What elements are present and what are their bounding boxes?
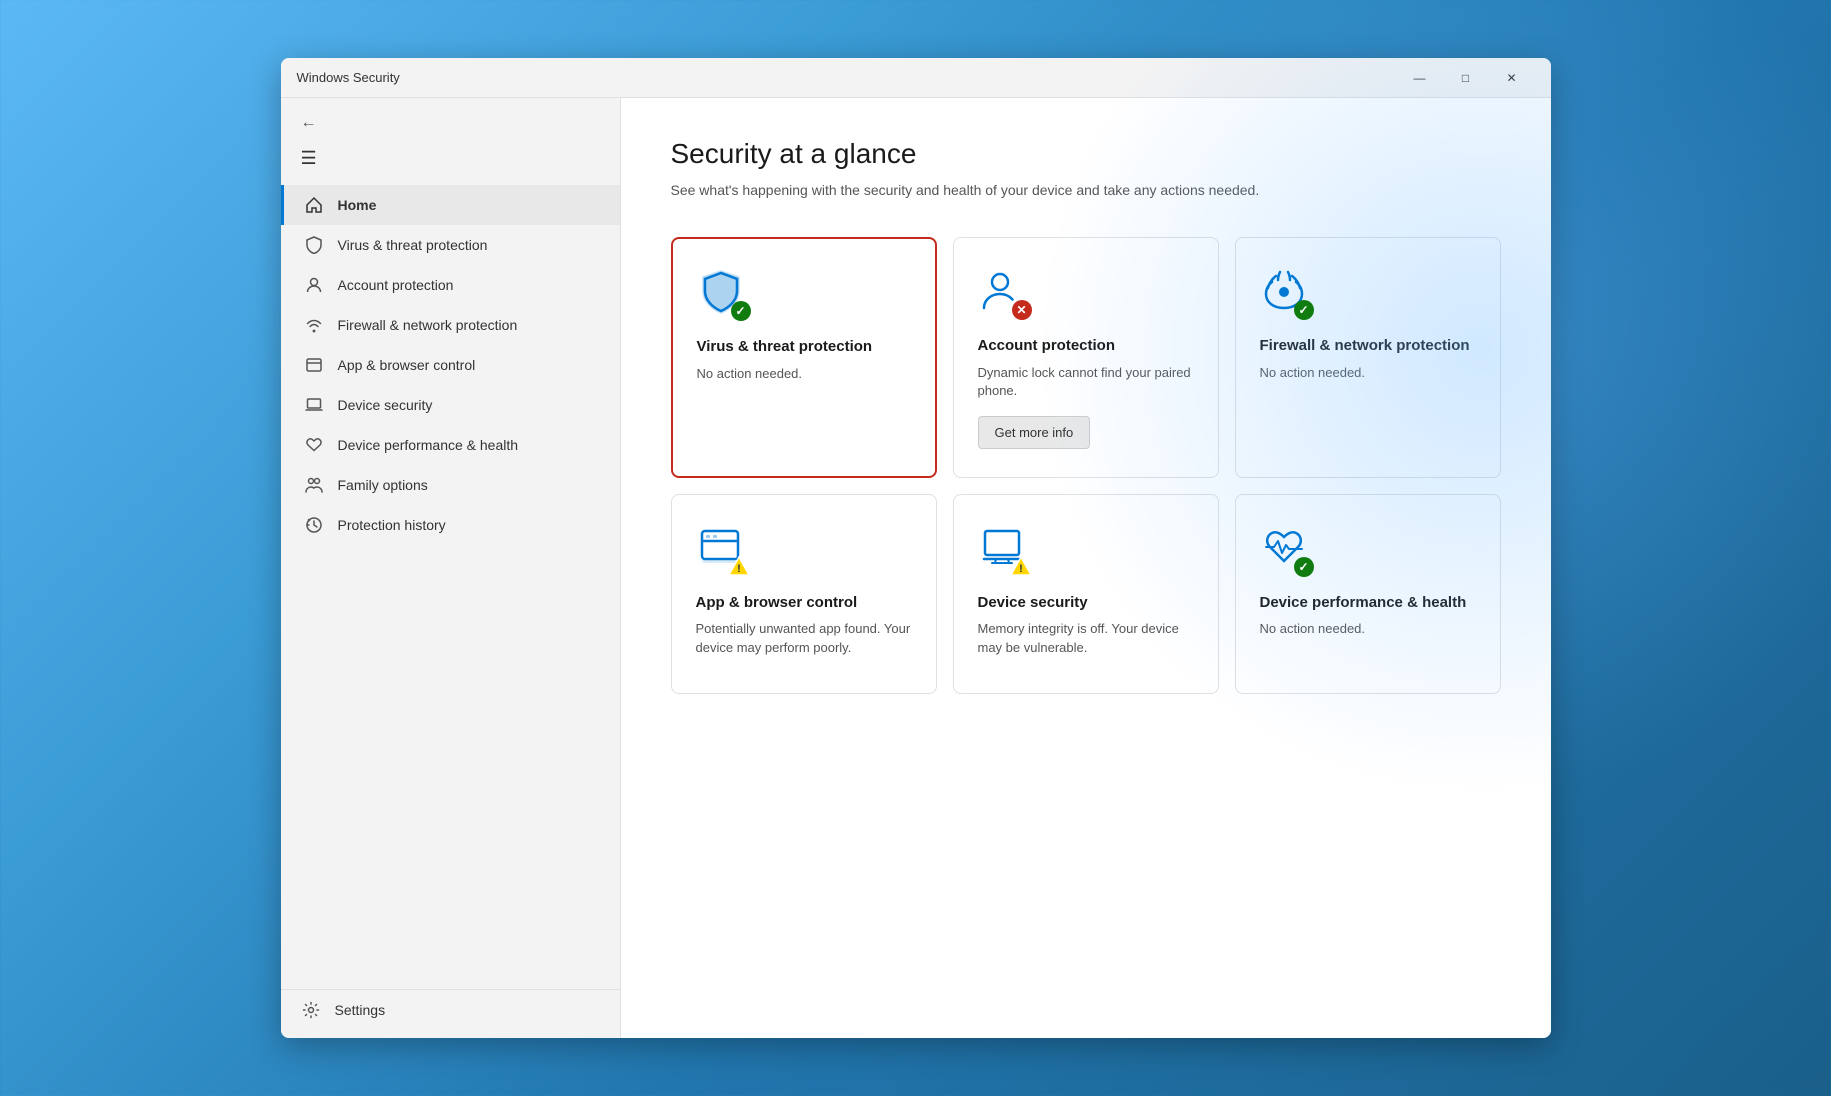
menu-button[interactable]: ☰ [281,140,620,185]
sidebar-item-history[interactable]: Protection history [281,505,620,545]
device-security-warning-badge: ! [1010,555,1032,577]
account-card-title: Account protection [978,336,1194,356]
sidebar-item-virus[interactable]: Virus & threat protection [281,225,620,265]
sidebar-item-settings[interactable]: Settings [281,989,620,1030]
sidebar: ← ☰ Home Vir [281,98,621,1038]
device-security-card-title: Device security [978,593,1194,613]
firewall-card[interactable]: ✓ Firewall & network protection No actio… [1235,237,1501,478]
person-icon [304,275,324,295]
page-subtitle: See what's happening with the security a… [671,180,1501,201]
device-health-status-badge: ✓ [1294,557,1314,577]
sidebar-item-account-label: Account protection [338,277,454,293]
app-browser-card-desc: Potentially unwanted app found. Your dev… [696,620,912,656]
sidebar-item-app-browser-label: App & browser control [338,357,476,373]
device-health-card-desc: No action needed. [1260,620,1476,638]
account-card-icon-area: ✕ [978,266,1030,318]
history-icon [304,515,324,535]
back-button[interactable]: ← [281,106,620,140]
content-area: Security at a glance See what's happenin… [621,98,1551,1038]
app-browser-card[interactable]: ! App & browser control Potentially unwa… [671,494,937,694]
sidebar-item-device-performance-label: Device performance & health [338,437,519,453]
virus-card-desc: No action needed. [697,365,911,383]
sidebar-item-home[interactable]: Home [281,185,620,225]
app-browser-warning-badge: ! [728,555,750,577]
minimize-button[interactable]: — [1397,62,1443,94]
sidebar-item-device-security-label: Device security [338,397,433,413]
firewall-card-icon-area: ✓ [1260,266,1312,318]
firewall-card-title: Firewall & network protection [1260,336,1476,356]
heart-icon [304,435,324,455]
device-health-card-title: Device performance & health [1260,593,1476,613]
titlebar: Windows Security — □ ✕ [281,58,1551,98]
app-browser-card-icon-area: ! [696,523,748,575]
sidebar-item-device-performance[interactable]: Device performance & health [281,425,620,465]
laptop-icon [304,395,324,415]
sidebar-item-account[interactable]: Account protection [281,265,620,305]
sidebar-item-firewall[interactable]: Firewall & network protection [281,305,620,345]
home-icon [304,195,324,215]
device-health-card-icon-area: ✓ [1260,523,1312,575]
browser-icon [304,355,324,375]
cards-grid: ✓ Virus & threat protection No action ne… [671,237,1501,694]
page-title: Security at a glance [671,138,1501,170]
virus-threat-card[interactable]: ✓ Virus & threat protection No action ne… [671,237,937,478]
device-health-card[interactable]: ✓ Device performance & health No action … [1235,494,1501,694]
device-security-card-icon-area: ! [978,523,1030,575]
window-title: Windows Security [297,70,1397,85]
settings-label: Settings [335,1002,386,1018]
app-browser-card-title: App & browser control [696,593,912,613]
virus-card-icon-area: ✓ [697,267,749,319]
close-button[interactable]: ✕ [1489,62,1535,94]
device-security-card-desc: Memory integrity is off. Your device may… [978,620,1194,656]
sidebar-item-family-label: Family options [338,477,428,493]
back-icon: ← [301,114,317,131]
svg-text:!: ! [1019,563,1023,575]
sidebar-item-home-label: Home [338,197,377,213]
shield-icon [304,235,324,255]
window-controls: — □ ✕ [1397,62,1535,94]
settings-icon [301,1000,321,1020]
account-protection-card[interactable]: ✕ Account protection Dynamic lock cannot… [953,237,1219,478]
app-window: Windows Security — □ ✕ ← ☰ Home [281,58,1551,1038]
virus-card-title: Virus & threat protection [697,337,911,357]
firewall-card-desc: No action needed. [1260,364,1476,382]
sidebar-item-virus-label: Virus & threat protection [338,237,488,253]
get-more-info-button[interactable]: Get more info [978,416,1091,449]
wifi-icon [304,315,324,335]
svg-text:!: ! [737,563,741,575]
maximize-button[interactable]: □ [1443,62,1489,94]
sidebar-item-firewall-label: Firewall & network protection [338,317,518,333]
virus-status-badge: ✓ [731,301,751,321]
account-card-desc: Dynamic lock cannot find your paired pho… [978,364,1194,400]
sidebar-item-device-security[interactable]: Device security [281,385,620,425]
firewall-status-badge: ✓ [1294,300,1314,320]
sidebar-item-family[interactable]: Family options [281,465,620,505]
main-content: ← ☰ Home Vir [281,98,1551,1038]
account-status-badge: ✕ [1012,300,1032,320]
sidebar-item-history-label: Protection history [338,517,446,533]
device-security-card[interactable]: ! Device security Memory integrity is of… [953,494,1219,694]
family-icon [304,475,324,495]
sidebar-item-app-browser[interactable]: App & browser control [281,345,620,385]
menu-icon: ☰ [301,148,317,168]
